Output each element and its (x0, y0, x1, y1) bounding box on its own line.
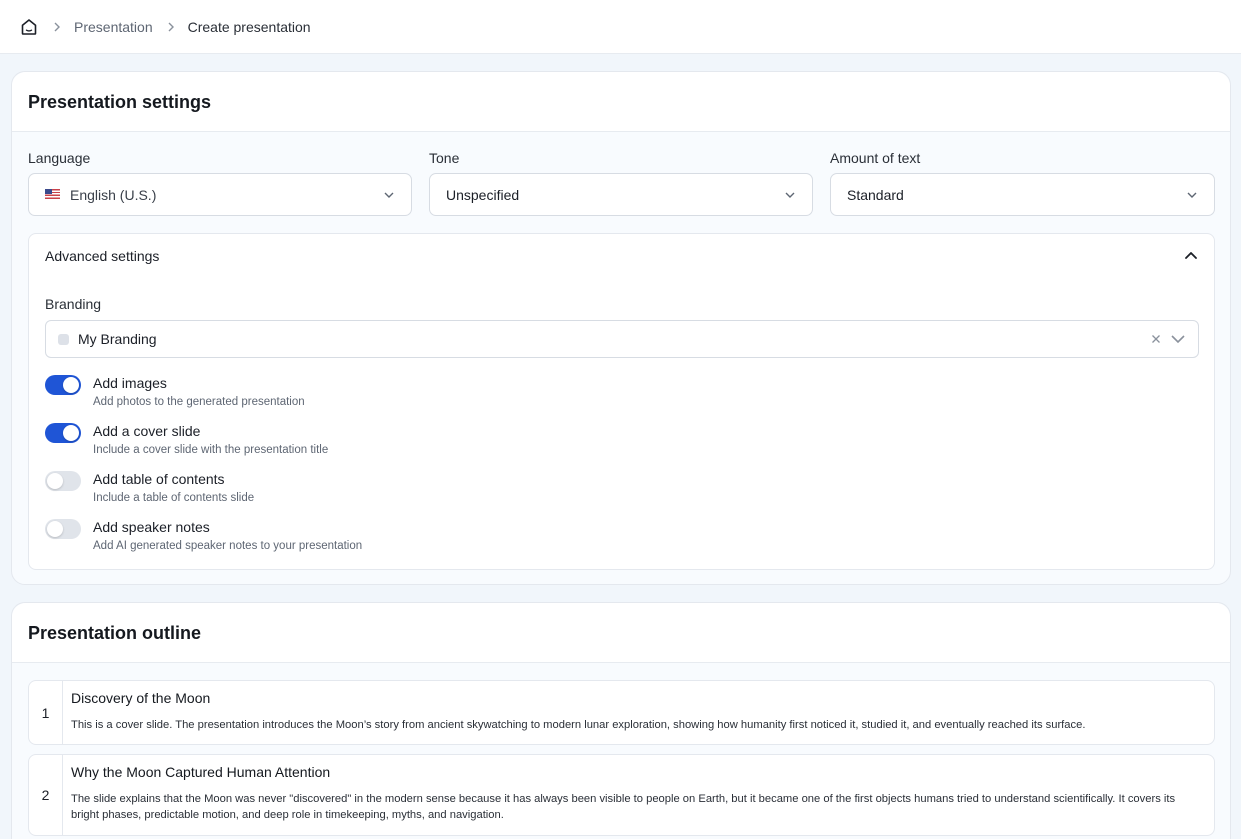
add-images-toggle[interactable] (45, 375, 81, 395)
us-flag-icon (45, 188, 60, 199)
toggle-knob (63, 425, 79, 441)
clear-icon[interactable] (1150, 333, 1162, 345)
toggle-desc: Add photos to the generated presentation (93, 396, 305, 408)
branding-label: Branding (45, 296, 102, 312)
add-table-of-contents-toggle[interactable] (45, 471, 81, 491)
toggle-row-add-speaker-notes: Add speaker notes Add AI generated speak… (45, 519, 645, 559)
outline-item[interactable]: 2 Why the Moon Captured Human Attention … (28, 754, 1215, 836)
toggle-row-add-images: Add images Add photos to the generated p… (45, 375, 645, 415)
toggle-row-add-table-of-contents: Add table of contents Include a table of… (45, 471, 645, 511)
tone-select[interactable]: Unspecified (429, 173, 813, 216)
toggle-title: Add table of contents (93, 471, 225, 487)
toggle-title: Add images (93, 375, 167, 391)
settings-header: Presentation settings (12, 72, 1230, 132)
chevron-down-icon (383, 191, 395, 199)
presentation-outline-card: Presentation outline 1 Discovery of the … (11, 602, 1231, 839)
chevron-right-icon (53, 21, 61, 33)
toggle-title: Add speaker notes (93, 519, 210, 535)
chevron-down-icon[interactable] (1170, 334, 1186, 344)
breadcrumb-item-presentation[interactable]: Presentation (74, 19, 153, 35)
presentation-settings-card: Presentation settings Language English (… (11, 71, 1231, 585)
tone-value: Unspecified (446, 186, 520, 203)
advanced-settings-toggle[interactable]: Advanced settings (45, 248, 159, 264)
outline-item[interactable]: 1 Discovery of the Moon This is a cover … (28, 680, 1215, 745)
breadcrumb-item-current: Create presentation (187, 18, 311, 35)
outline-item-description[interactable]: This is a cover slide. The presentation … (71, 717, 1200, 733)
toggle-knob (47, 521, 63, 537)
language-select[interactable]: English (U.S.) (28, 173, 412, 216)
branding-value: My Branding (78, 331, 157, 347)
chevron-right-icon (167, 21, 175, 33)
amount-of-text-select[interactable]: Standard (830, 173, 1215, 216)
add-speaker-notes-toggle[interactable] (45, 519, 81, 539)
branding-swatch (58, 333, 69, 345)
home-icon[interactable] (19, 17, 39, 37)
outline-item-number: 2 (29, 755, 63, 835)
amount-of-text-value: Standard (847, 186, 904, 203)
toggle-desc: Include a cover slide with the presentat… (93, 444, 329, 456)
outline-item-number: 1 (29, 681, 63, 744)
toggle-row-add-cover-slide: Add a cover slide Include a cover slide … (45, 423, 645, 463)
tone-label: Tone (429, 150, 460, 166)
toggle-desc: Add AI generated speaker notes to your p… (93, 540, 363, 552)
breadcrumb: Presentation Create presentation (0, 0, 1241, 54)
settings-title: Presentation settings (28, 92, 212, 112)
advanced-settings-panel: Advanced settings Branding My Branding A… (28, 233, 1215, 570)
outline-item-title[interactable]: Discovery of the Moon (71, 690, 210, 706)
language-value: English (U.S.) (70, 186, 157, 203)
toggle-knob (63, 377, 79, 393)
toggle-title: Add a cover slide (93, 423, 201, 439)
outline-header: Presentation outline (12, 603, 1230, 663)
language-label: Language (28, 150, 91, 166)
branding-select[interactable]: My Branding (45, 320, 1199, 358)
outline-item-title[interactable]: Why the Moon Captured Human Attention (71, 764, 330, 780)
outline-title: Presentation outline (28, 623, 202, 643)
toggle-desc: Include a table of contents slide (93, 492, 255, 504)
outline-item-description[interactable]: The slide explains that the Moon was nev… (71, 791, 1200, 823)
add-cover-slide-toggle[interactable] (45, 423, 81, 443)
chevron-down-icon (784, 191, 796, 199)
amount-of-text-label: Amount of text (830, 150, 921, 166)
toggle-knob (47, 473, 63, 489)
chevron-down-icon (1186, 191, 1198, 199)
chevron-up-icon[interactable] (1184, 250, 1198, 260)
